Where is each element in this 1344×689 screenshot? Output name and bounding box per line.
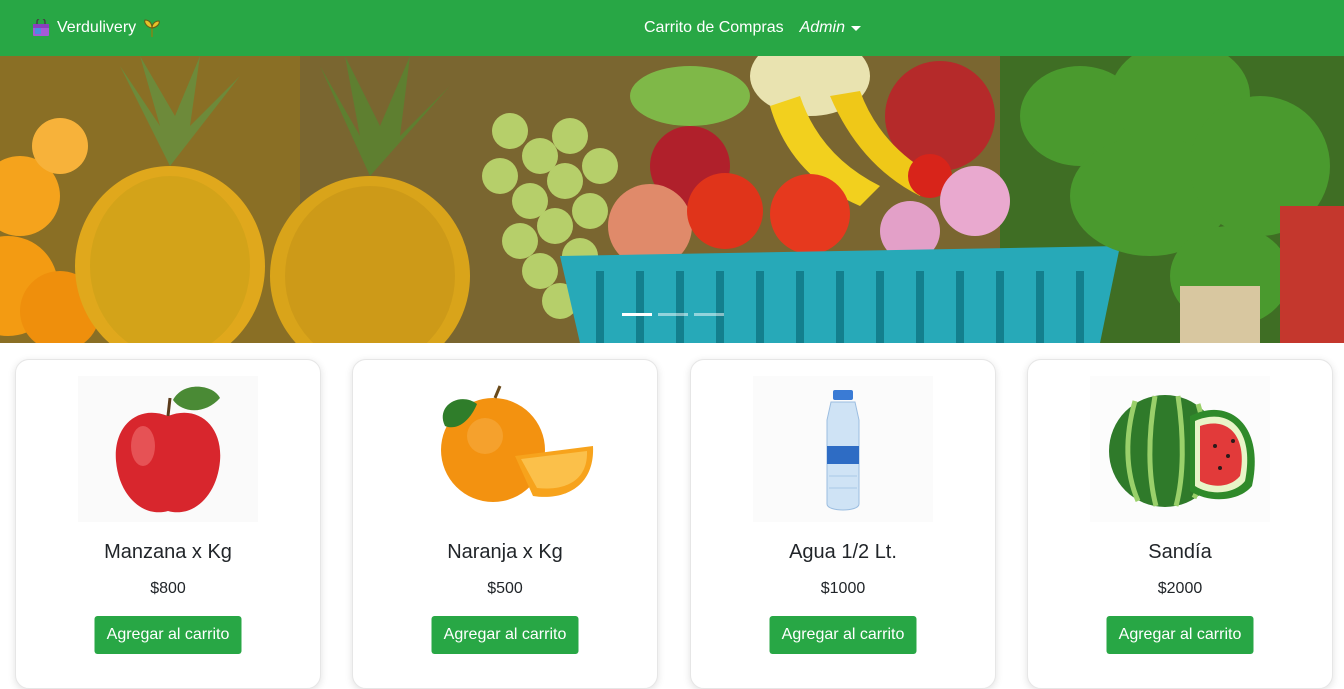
product-price: $500 [487,580,523,597]
product-name: Sandía [1148,541,1212,563]
product-card: Sandía $2000 Agregar al carrito [1027,359,1333,689]
chevron-down-icon [850,25,861,31]
product-card: Naranja x Kg $500 Agregar al carrito [352,359,658,689]
brand-link[interactable]: Verdulivery [32,0,162,56]
navbar: Verdulivery Carrito de Compras Admin [0,0,1344,56]
product-price: $800 [150,580,186,597]
carousel-indicator-3[interactable] [694,313,724,316]
apple-image [78,376,258,522]
add-to-cart-button[interactable]: Agregar al carrito [431,616,579,654]
product-card: Manzana x Kg $800 Agregar al carrito [15,359,321,689]
add-to-cart-button[interactable]: Agregar al carrito [1106,616,1254,654]
watermelon-image [1090,376,1270,522]
carousel-indicator-2[interactable] [658,313,688,316]
add-to-cart-button[interactable]: Agregar al carrito [94,616,242,654]
brand-name: Verdulivery [57,19,137,36]
hero-carousel[interactable] [0,56,1344,343]
cart-link[interactable]: Carrito de Compras [644,19,784,37]
product-price: $1000 [820,580,866,597]
sprout-icon [144,19,160,37]
admin-dropdown[interactable]: Admin [800,19,861,37]
add-to-cart-button[interactable]: Agregar al carrito [769,616,917,654]
carousel-indicators [622,313,724,316]
product-name: Agua 1/2 Lt. [789,541,897,563]
shopping-bag-icon [33,19,49,36]
produce-banner-image [0,56,1344,343]
product-name: Naranja x Kg [447,541,563,563]
carousel-indicator-1[interactable] [622,313,652,316]
water-bottle-image [753,376,933,522]
admin-label: Admin [799,19,845,36]
orange-image [415,376,595,522]
product-card: Agua 1/2 Lt. $1000 Agregar al carrito [690,359,996,689]
product-price: $2000 [1157,580,1203,597]
product-name: Manzana x Kg [104,541,232,563]
